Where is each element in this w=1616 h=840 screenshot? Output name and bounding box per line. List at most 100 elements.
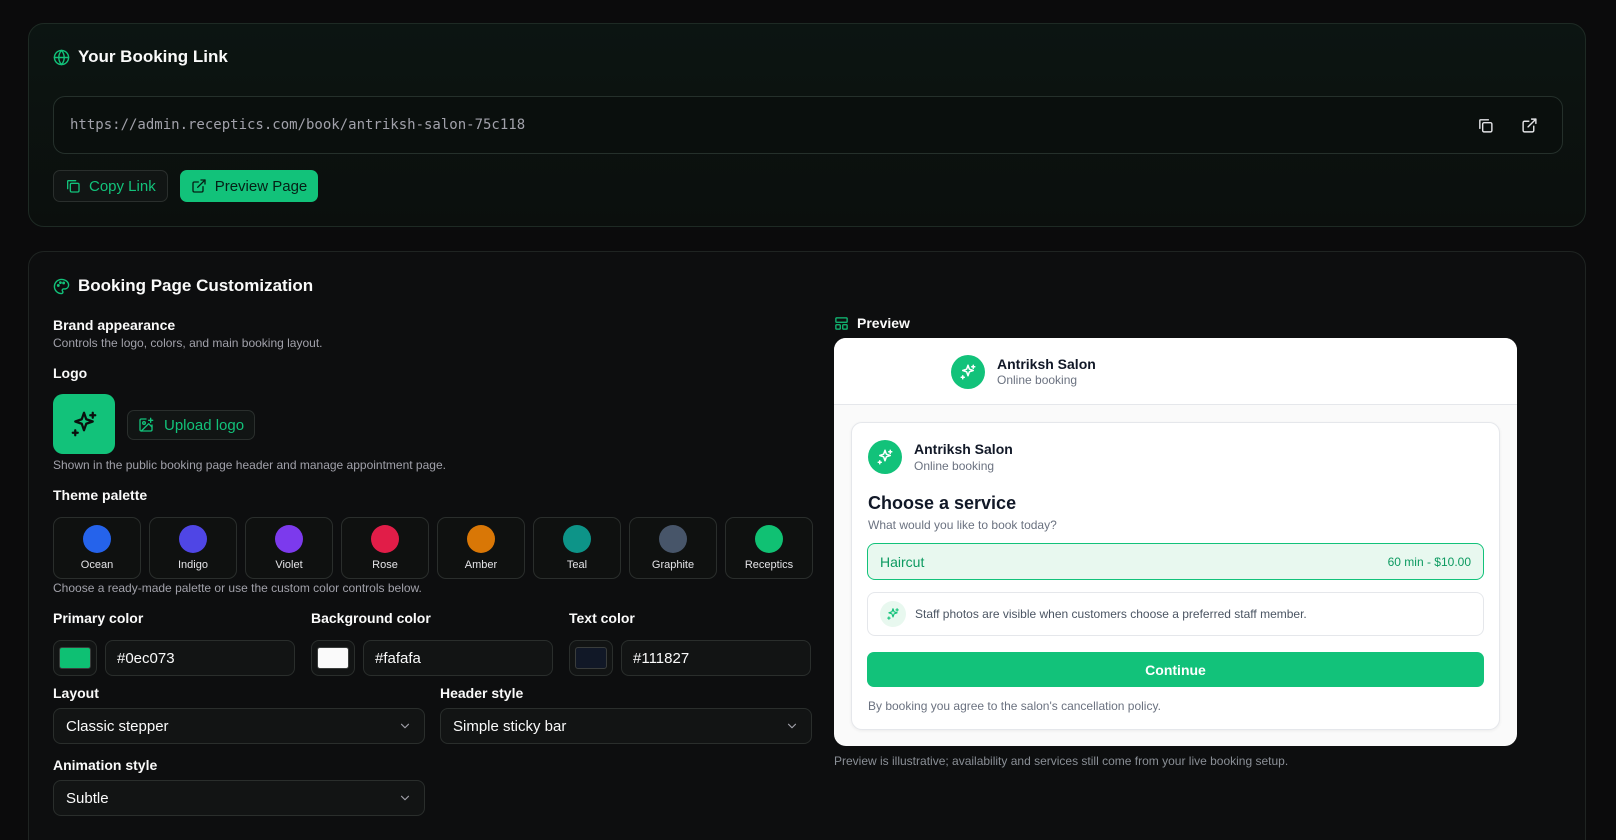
layout-label: Layout bbox=[53, 685, 99, 701]
layout-icon bbox=[834, 316, 849, 331]
animation-style-label: Animation style bbox=[53, 757, 158, 773]
staff-note-text: Staff photos are visible when customers … bbox=[915, 607, 1307, 621]
text-color-label: Text color bbox=[569, 610, 635, 626]
sparkles-icon bbox=[69, 409, 99, 439]
booking-link-title: Your Booking Link bbox=[53, 47, 228, 67]
preview-page-button[interactable]: Preview Page bbox=[179, 170, 319, 202]
preview-booking-card: Antriksh Salon Online booking Choose a s… bbox=[851, 422, 1500, 730]
primary-color-picker[interactable] bbox=[53, 640, 97, 676]
staff-note: Staff photos are visible when customers … bbox=[867, 592, 1484, 636]
sparkles-icon bbox=[880, 601, 906, 627]
header-style-label: Header style bbox=[440, 685, 524, 701]
open-url-button[interactable] bbox=[1512, 108, 1546, 142]
animation-style-select-value: Subtle bbox=[66, 789, 109, 807]
swatch-label: Receptics bbox=[744, 559, 794, 571]
service-name: Haircut bbox=[880, 553, 925, 570]
external-link-icon bbox=[191, 178, 207, 194]
booking-link-title-text: Your Booking Link bbox=[78, 47, 228, 66]
customization-title-text: Booking Page Customization bbox=[78, 276, 314, 295]
sparkles-icon bbox=[959, 363, 977, 381]
customization-card: Booking Page Customization Brand appeara… bbox=[28, 251, 1586, 840]
external-link-icon bbox=[1521, 117, 1538, 134]
primary-color-sample bbox=[59, 647, 91, 669]
preview-header: Antriksh Salon Online booking bbox=[834, 338, 1517, 405]
text-color-picker[interactable] bbox=[569, 640, 613, 676]
preview-title-text: Preview bbox=[857, 315, 910, 331]
swatch-amber[interactable]: Amber bbox=[437, 517, 525, 579]
preview-footnote: Preview is illustrative; availability an… bbox=[834, 754, 1289, 768]
chevron-down-icon bbox=[398, 719, 412, 733]
layout-select[interactable]: Classic stepper bbox=[53, 708, 425, 744]
animation-style-select[interactable]: Subtle bbox=[53, 780, 425, 816]
logo-hint: Shown in the public booking page header … bbox=[53, 458, 446, 472]
swatch-label: Graphite bbox=[651, 559, 695, 571]
preview-heading: Choose a service bbox=[868, 493, 1017, 513]
swatch-label: Teal bbox=[566, 559, 588, 571]
copy-link-label: Copy Link bbox=[89, 177, 156, 195]
swatch-indigo[interactable]: Indigo bbox=[149, 517, 237, 579]
palette-icon bbox=[53, 278, 70, 295]
swatch-label: Amber bbox=[464, 559, 498, 571]
theme-palette: Ocean Indigo Violet Rose Amber Teal Grap… bbox=[53, 517, 813, 579]
swatch-teal[interactable]: Teal bbox=[533, 517, 621, 579]
layout-select-value: Classic stepper bbox=[66, 717, 169, 735]
preview-page-label: Preview Page bbox=[214, 177, 308, 195]
header-style-select[interactable]: Simple sticky bar bbox=[440, 708, 812, 744]
preview-header-salon-sub: Online booking bbox=[997, 373, 1078, 387]
swatch-dot bbox=[563, 525, 591, 553]
theme-palette-label: Theme palette bbox=[53, 487, 148, 503]
preview-header-logo bbox=[951, 355, 985, 389]
swatch-label: Ocean bbox=[80, 559, 114, 571]
image-plus-icon bbox=[138, 417, 154, 433]
copy-url-button[interactable] bbox=[1468, 108, 1502, 142]
preview-title: Preview bbox=[834, 315, 910, 331]
continue-button[interactable]: Continue bbox=[867, 652, 1484, 687]
swatch-label: Indigo bbox=[178, 559, 208, 571]
booking-url-field[interactable]: https://admin.receptics.com/book/antriks… bbox=[53, 96, 1563, 154]
primary-color-field: #0ec073 bbox=[53, 640, 295, 676]
preview-card-logo bbox=[868, 440, 902, 474]
chevron-down-icon bbox=[398, 791, 412, 805]
primary-color-input[interactable]: #0ec073 bbox=[105, 640, 295, 676]
swatch-dot bbox=[467, 525, 495, 553]
text-color-sample bbox=[575, 647, 607, 669]
service-option-haircut[interactable]: Haircut 60 min - $10.00 bbox=[867, 543, 1484, 580]
primary-color-label: Primary color bbox=[53, 610, 144, 626]
copy-icon bbox=[1477, 117, 1494, 134]
swatch-graphite[interactable]: Graphite bbox=[629, 517, 717, 579]
swatch-label: Rose bbox=[372, 559, 398, 571]
background-color-field: #fafafa bbox=[311, 640, 553, 676]
upload-logo-label: Upload logo bbox=[164, 416, 245, 434]
swatch-dot bbox=[83, 525, 111, 553]
logo-label: Logo bbox=[53, 365, 88, 381]
swatch-rose[interactable]: Rose bbox=[341, 517, 429, 579]
chevron-down-icon bbox=[785, 719, 799, 733]
swatch-dot bbox=[371, 525, 399, 553]
copy-link-button[interactable]: Copy Link bbox=[53, 170, 168, 202]
service-meta: 60 min - $10.00 bbox=[1387, 554, 1471, 569]
booking-link-card: Your Booking Link https://admin.receptic… bbox=[28, 23, 1586, 227]
swatch-dot bbox=[659, 525, 687, 553]
brand-heading: Brand appearance bbox=[53, 317, 176, 333]
brand-subheading: Controls the logo, colors, and main book… bbox=[53, 336, 323, 350]
theme-hint: Choose a ready-made palette or use the c… bbox=[53, 581, 422, 595]
text-color-field: #111827 bbox=[569, 640, 811, 676]
swatch-ocean[interactable]: Ocean bbox=[53, 517, 141, 579]
booking-url-text[interactable]: https://admin.receptics.com/book/antriks… bbox=[70, 117, 1458, 133]
logo-preview[interactable] bbox=[53, 394, 115, 454]
text-color-input[interactable]: #111827 bbox=[621, 640, 811, 676]
swatch-receptics[interactable]: Receptics bbox=[725, 517, 813, 579]
swatch-violet[interactable]: Violet bbox=[245, 517, 333, 579]
swatch-label: Violet bbox=[275, 559, 303, 571]
sparkles-icon bbox=[876, 448, 894, 466]
swatch-dot bbox=[275, 525, 303, 553]
policy-text: By booking you agree to the salon's canc… bbox=[868, 699, 1161, 713]
upload-logo-button[interactable]: Upload logo bbox=[127, 410, 256, 440]
background-color-label: Background color bbox=[311, 610, 431, 626]
preview-question: What would you like to book today? bbox=[868, 518, 1057, 532]
background-color-picker[interactable] bbox=[311, 640, 355, 676]
copy-icon bbox=[65, 178, 81, 194]
preview-card-salon-name: Antriksh Salon bbox=[914, 441, 1013, 457]
swatch-dot bbox=[755, 525, 783, 553]
background-color-input[interactable]: #fafafa bbox=[363, 640, 553, 676]
